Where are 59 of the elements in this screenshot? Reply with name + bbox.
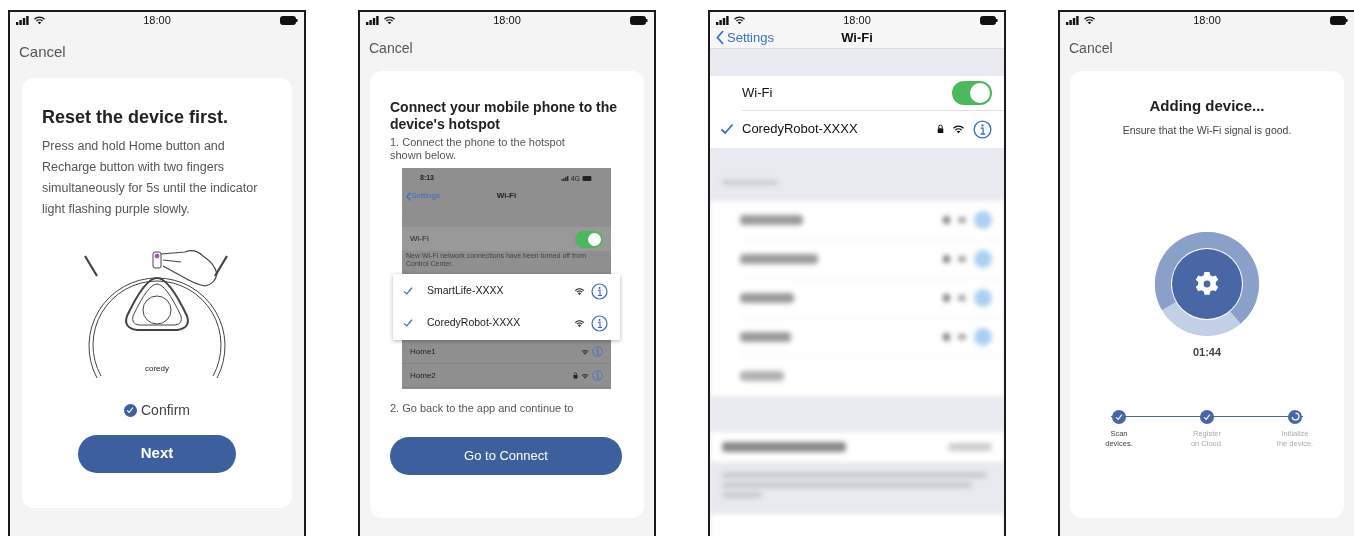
go-to-connect-button[interactable]: Go to Connect xyxy=(390,436,622,475)
battery-icon xyxy=(582,176,593,181)
wifi-signal-icon xyxy=(581,372,589,379)
title: Reset the device first. xyxy=(42,105,230,128)
network-name: Home2 xyxy=(410,369,436,382)
wifi-icon xyxy=(1083,15,1096,25)
status-time: 18:00 xyxy=(843,12,871,28)
signal-icon xyxy=(16,15,29,25)
confirm-checkbox[interactable] xyxy=(124,403,137,417)
signal-icon xyxy=(716,15,729,25)
network-name: CoredyRobot-XXXX xyxy=(742,120,859,139)
subtitle: Ensure that the Wi-Fi signal is good. xyxy=(1122,122,1292,138)
wifi-signal-icon xyxy=(574,286,585,296)
back-link[interactable]: Settings xyxy=(716,28,774,48)
status-time: 18:00 xyxy=(143,12,171,28)
signal-icon xyxy=(1066,15,1079,25)
nav-title: Wi-Fi xyxy=(496,190,517,202)
wifi-icon xyxy=(33,15,46,25)
wifi-icon xyxy=(733,15,746,25)
battery-icon xyxy=(1330,15,1348,25)
gear-icon xyxy=(1195,272,1219,296)
next-button[interactable]: Next xyxy=(78,434,236,473)
row-label: Wi-Fi xyxy=(410,233,429,245)
progress-disc xyxy=(1172,249,1242,320)
wifi-signal-icon xyxy=(952,124,965,134)
wifi-icon xyxy=(383,15,396,25)
cancel-link[interactable]: Cancel xyxy=(360,38,654,59)
confirm-label: Confirm xyxy=(141,400,190,420)
cancel-link[interactable]: Cancel xyxy=(1060,38,1354,59)
cancel-link[interactable]: Cancel xyxy=(10,41,304,64)
status-time: 18:00 xyxy=(493,12,521,28)
status-time: 18:00 xyxy=(1193,12,1221,28)
list-row[interactable]: CoredyRobot-XXXX xyxy=(710,110,1004,148)
network-name[interactable]: CoredyRobot-XXXX xyxy=(427,315,574,331)
instructions-text: Press and hold Home button and Recharge button with two fingers simultaneously for 5s until the indicator light flashing purple slowly. xyxy=(42,137,259,218)
nav-title: Wi-Fi xyxy=(841,29,873,47)
chevron-left-icon xyxy=(716,30,724,46)
battery-icon xyxy=(280,15,298,25)
chevron-left-icon xyxy=(406,191,411,201)
wifi-toggle[interactable] xyxy=(575,230,603,248)
title: Connect your mobile phone to the device's hotspot xyxy=(390,99,619,133)
network-name[interactable]: SmartLife-XXXX xyxy=(427,283,574,299)
wifi-signal-icon xyxy=(574,318,585,328)
signal-icon xyxy=(560,176,569,181)
wifi-signal-icon xyxy=(581,348,589,355)
step-text: 1. Connect the phone to the hotspot shown below. xyxy=(390,136,566,162)
timer: 01:44 xyxy=(1192,345,1222,361)
logo-text: coredy xyxy=(145,363,169,373)
signal-icon xyxy=(366,15,379,25)
info-icon[interactable] xyxy=(591,282,608,300)
wifi-toggle[interactable] xyxy=(952,80,992,105)
battery-icon xyxy=(980,15,998,25)
row-label: Wi-Fi xyxy=(742,83,773,102)
info-icon[interactable] xyxy=(591,314,608,332)
info-icon[interactable] xyxy=(973,119,992,139)
title: Adding device... xyxy=(1149,96,1265,116)
battery-icon xyxy=(630,15,648,25)
step-text: 2. Go back to the app and continue to xyxy=(390,401,575,416)
network-name: Home1 xyxy=(410,345,436,358)
